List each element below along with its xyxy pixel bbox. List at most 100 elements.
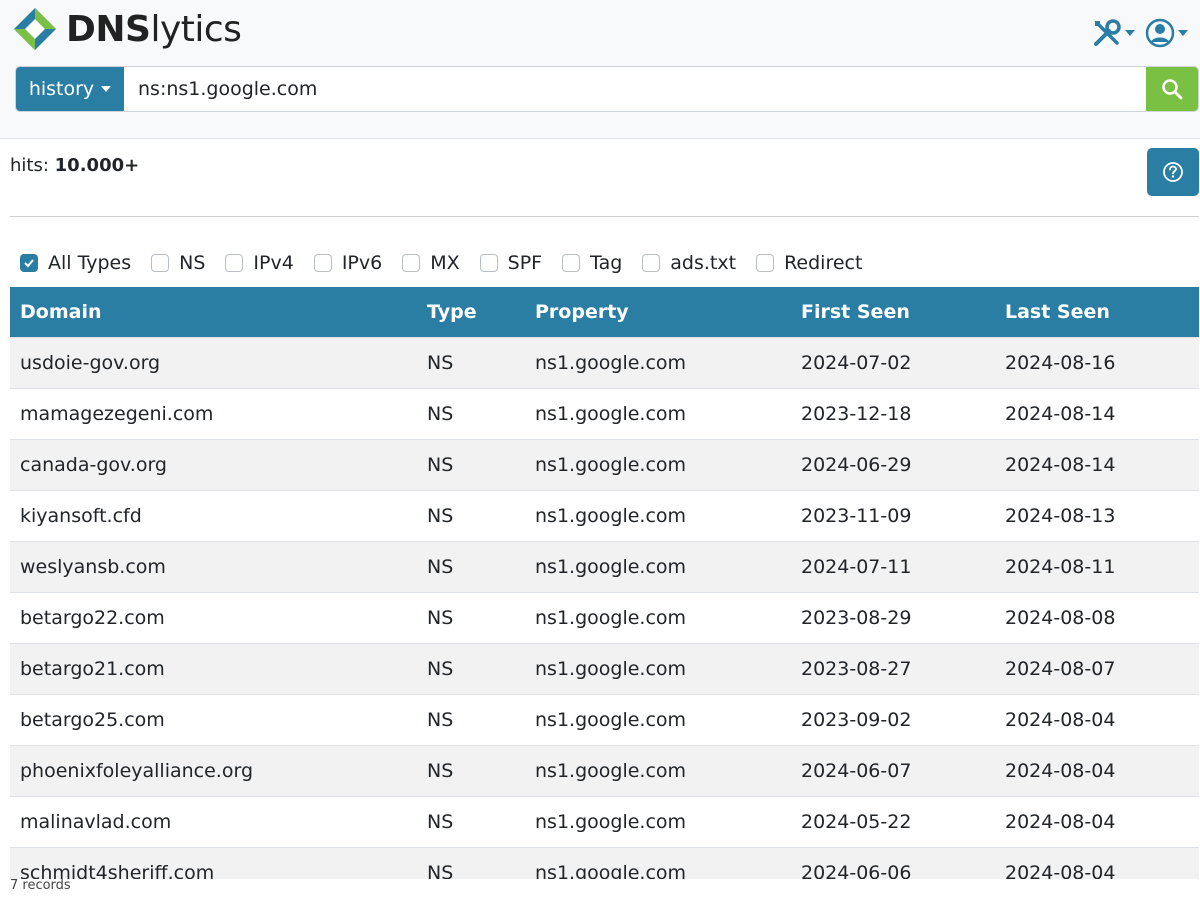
column-header-first-seen[interactable]: First Seen: [791, 287, 995, 337]
cell-domain[interactable]: kiyansoft.cfd: [10, 489, 417, 541]
checkbox[interactable]: [313, 254, 332, 272]
cell-type: NS: [417, 693, 525, 745]
user-circle-icon: [1145, 18, 1175, 48]
cell-type: NS: [417, 591, 525, 643]
search-input[interactable]: [124, 67, 1146, 111]
cell-domain[interactable]: weslyansb.com: [10, 540, 417, 592]
cell-domain[interactable]: betargo22.com: [10, 591, 417, 643]
table-row[interactable]: betargo22.com NS ns1.google.com 2023-08-…: [10, 591, 1199, 643]
search-mode-label: history: [28, 78, 95, 100]
user-menu-button[interactable]: [1145, 18, 1188, 48]
cell-domain[interactable]: betargo25.com: [10, 693, 417, 745]
checkbox[interactable]: [562, 254, 581, 272]
chevron-down-icon: [1178, 30, 1188, 36]
checkbox[interactable]: [756, 254, 775, 272]
dnslytics-logo-icon: [14, 8, 56, 50]
cell-domain[interactable]: schmidt4sheriff.com: [10, 846, 417, 879]
cell-type: NS: [417, 540, 525, 592]
table-header-row: Domain Type Property First Seen Last See…: [10, 287, 1199, 337]
search-icon: [1162, 79, 1183, 100]
cell-property: ns1.google.com: [525, 744, 791, 796]
table-row[interactable]: schmidt4sheriff.com NS ns1.google.com 20…: [10, 846, 1199, 879]
cell-property: ns1.google.com: [525, 591, 791, 643]
table-row[interactable]: usdoie-gov.org NS ns1.google.com 2024-07…: [10, 336, 1199, 388]
checkbox[interactable]: [151, 254, 170, 272]
results-table: Domain Type Property First Seen Last See…: [10, 287, 1199, 879]
cell-property: ns1.google.com: [525, 795, 791, 847]
brand-name: DNSlytics: [66, 8, 242, 50]
filter-label: MX: [430, 252, 460, 274]
cell-type: NS: [417, 489, 525, 541]
cell-domain[interactable]: usdoie-gov.org: [10, 336, 417, 388]
checkbox[interactable]: [479, 254, 498, 272]
cell-domain[interactable]: betargo21.com: [10, 642, 417, 694]
cell-domain[interactable]: mamagezegeni.com: [10, 387, 417, 439]
checkbox-checked-icon[interactable]: [20, 254, 38, 272]
table-row[interactable]: kiyansoft.cfd NS ns1.google.com 2023-11-…: [10, 489, 1199, 541]
filter-label: All Types: [48, 252, 132, 274]
table-row[interactable]: phoenixfoleyalliance.org NS ns1.google.c…: [10, 744, 1199, 796]
cell-first-seen: 2024-05-22: [791, 795, 995, 847]
filter-label: Redirect: [784, 252, 863, 274]
filter-ns[interactable]: NS: [151, 252, 205, 274]
filter-label: ads.txt: [670, 252, 737, 274]
tools-menu-button[interactable]: [1092, 18, 1135, 48]
filter-label: Tag: [590, 252, 623, 274]
filter-redirect[interactable]: Redirect: [756, 252, 862, 274]
checkbox[interactable]: [642, 254, 661, 272]
cell-first-seen: 2023-11-09: [791, 489, 995, 541]
header-tools: [1082, 18, 1188, 48]
hits-label: hits:: [10, 155, 49, 176]
filter-all-types[interactable]: All Types: [20, 252, 131, 274]
filter-label: NS: [179, 252, 206, 274]
table-row[interactable]: betargo21.com NS ns1.google.com 2023-08-…: [10, 642, 1199, 694]
cell-property: ns1.google.com: [525, 693, 791, 745]
cell-last-seen: 2024-08-04: [995, 795, 1199, 847]
filter-mx[interactable]: MX: [402, 252, 460, 274]
filter-ads-txt[interactable]: ads.txt: [642, 252, 736, 274]
cell-last-seen: 2024-08-14: [995, 438, 1199, 490]
cell-last-seen: 2024-08-04: [995, 693, 1199, 745]
cell-property: ns1.google.com: [525, 489, 791, 541]
results-table-container: Domain Type Property First Seen Last See…: [10, 287, 1199, 879]
filter-label: SPF: [507, 252, 543, 274]
filter-spf[interactable]: SPF: [479, 252, 543, 274]
cell-first-seen: 2024-06-06: [791, 846, 995, 879]
hits-count: hits: 10.000+: [10, 155, 139, 176]
wrench-screwdriver-icon: [1094, 19, 1121, 46]
table-row[interactable]: canada-gov.org NS ns1.google.com 2024-06…: [10, 438, 1199, 490]
cell-domain[interactable]: phoenixfoleyalliance.org: [10, 744, 417, 796]
help-button[interactable]: [1147, 148, 1199, 196]
cell-domain[interactable]: malinavlad.com: [10, 795, 417, 847]
column-header-last-seen[interactable]: Last Seen: [995, 287, 1199, 337]
search-mode-dropdown[interactable]: history: [16, 67, 124, 111]
top-bar: DNSlytics history: [0, 0, 1200, 139]
checkbox[interactable]: [225, 254, 244, 272]
cell-type: NS: [417, 387, 525, 439]
cell-domain[interactable]: canada-gov.org: [10, 438, 417, 490]
type-filters: All Types NS IPv4 IPv6 MX SPF Tag ads.tx…: [20, 251, 882, 275]
cell-property: ns1.google.com: [525, 336, 791, 388]
filter-label: IPv6: [341, 252, 383, 274]
cell-last-seen: 2024-08-14: [995, 387, 1199, 439]
table-row[interactable]: weslyansb.com NS ns1.google.com 2024-07-…: [10, 540, 1199, 592]
filter-ipv6[interactable]: IPv6: [313, 252, 383, 274]
table-row[interactable]: mamagezegeni.com NS ns1.google.com 2023-…: [10, 387, 1199, 439]
cell-last-seen: 2024-08-04: [995, 846, 1199, 879]
filter-tag[interactable]: Tag: [562, 252, 622, 274]
checkbox[interactable]: [402, 254, 421, 272]
column-header-property[interactable]: Property: [525, 287, 791, 337]
search-button[interactable]: [1146, 67, 1198, 111]
cell-type: NS: [417, 744, 525, 796]
brand-logo[interactable]: DNSlytics: [12, 6, 242, 52]
cell-type: NS: [417, 846, 525, 879]
column-header-domain[interactable]: Domain: [10, 287, 417, 337]
table-row[interactable]: malinavlad.com NS ns1.google.com 2024-05…: [10, 795, 1199, 847]
filter-ipv4[interactable]: IPv4: [225, 252, 294, 274]
hits-value: 10.000+: [54, 155, 140, 176]
cell-type: NS: [417, 336, 525, 388]
cell-last-seen: 2024-08-04: [995, 744, 1199, 796]
cell-first-seen: 2023-08-27: [791, 642, 995, 694]
column-header-type[interactable]: Type: [417, 287, 525, 337]
table-row[interactable]: betargo25.com NS ns1.google.com 2023-09-…: [10, 693, 1199, 745]
